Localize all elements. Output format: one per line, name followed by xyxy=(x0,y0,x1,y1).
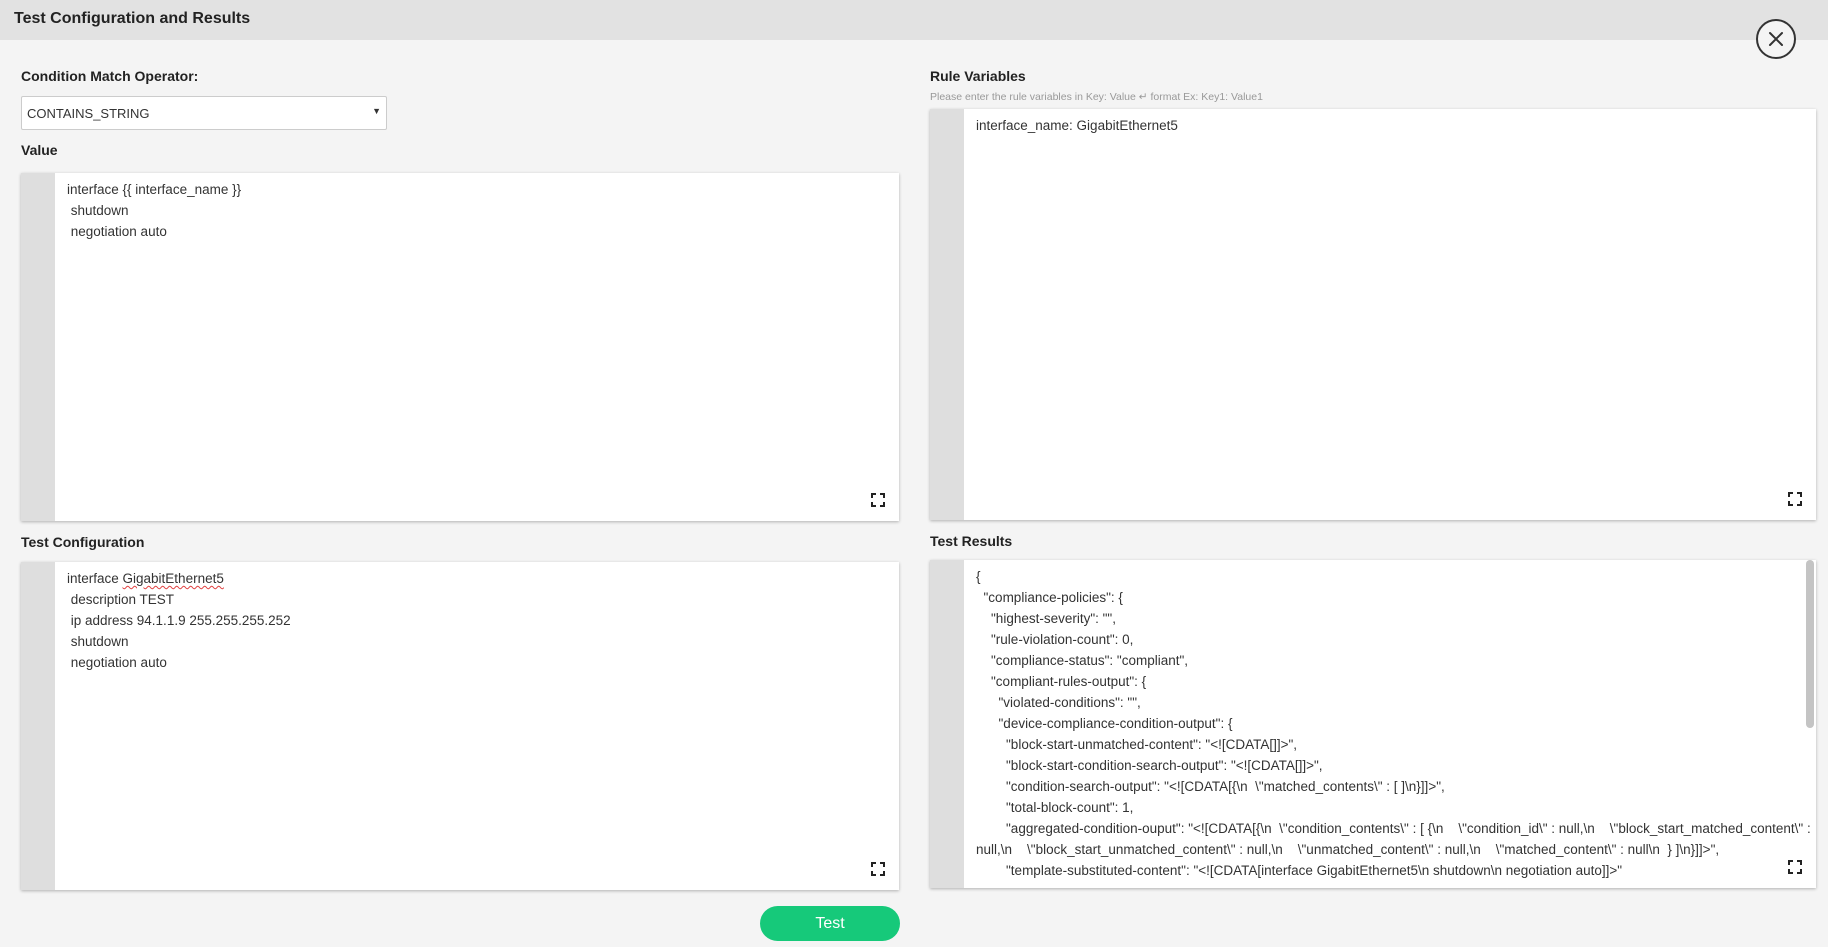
test-results-label: Test Results xyxy=(930,533,1013,549)
expand-icon[interactable] xyxy=(1788,492,1802,506)
dialog-title: Test Configuration and Results xyxy=(14,10,251,27)
close-icon xyxy=(1769,32,1783,46)
expand-icon[interactable] xyxy=(1788,860,1802,874)
editor-gutter xyxy=(21,173,55,521)
test-configuration-code: interface GigabitEthernet5 description T… xyxy=(67,571,291,670)
rule-variables-code: interface_name: GigabitEthernet5 xyxy=(976,118,1178,133)
operator-label: Condition Match Operator: xyxy=(21,68,199,84)
test-configuration-label: Test Configuration xyxy=(21,534,145,550)
rule-variables-editor[interactable]: interface_name: GigabitEthernet5 xyxy=(930,109,1816,520)
rule-variables-hint: Please enter the rule variables in Key: … xyxy=(930,91,1263,103)
expand-icon[interactable] xyxy=(871,493,885,507)
test-results-scrollbar[interactable] xyxy=(1806,560,1814,728)
editor-gutter xyxy=(930,109,964,520)
test-results-panel[interactable]: { "compliance-policies": { "highest-seve… xyxy=(930,560,1816,888)
value-label: Value xyxy=(21,142,58,158)
operator-select-value: CONTAINS_STRING xyxy=(27,106,150,121)
test-results-text: { "compliance-policies": { "highest-seve… xyxy=(976,569,1811,878)
close-button[interactable] xyxy=(1756,19,1796,59)
test-configuration-editor[interactable]: interface GigabitEthernet5 description T… xyxy=(21,562,899,890)
expand-icon[interactable] xyxy=(871,862,885,876)
dialog-header: Test Configuration and Results xyxy=(0,0,1828,40)
editor-gutter xyxy=(930,560,964,888)
test-button[interactable]: Test xyxy=(760,906,900,941)
operator-select[interactable]: CONTAINS_STRING ▼ xyxy=(21,96,387,130)
rule-variables-label: Rule Variables xyxy=(930,68,1026,84)
chevron-down-icon: ▼ xyxy=(372,106,381,116)
editor-gutter xyxy=(21,562,55,890)
value-editor[interactable]: interface {{ interface_name }} shutdown … xyxy=(21,173,899,521)
value-code: interface {{ interface_name }} shutdown … xyxy=(67,182,242,239)
